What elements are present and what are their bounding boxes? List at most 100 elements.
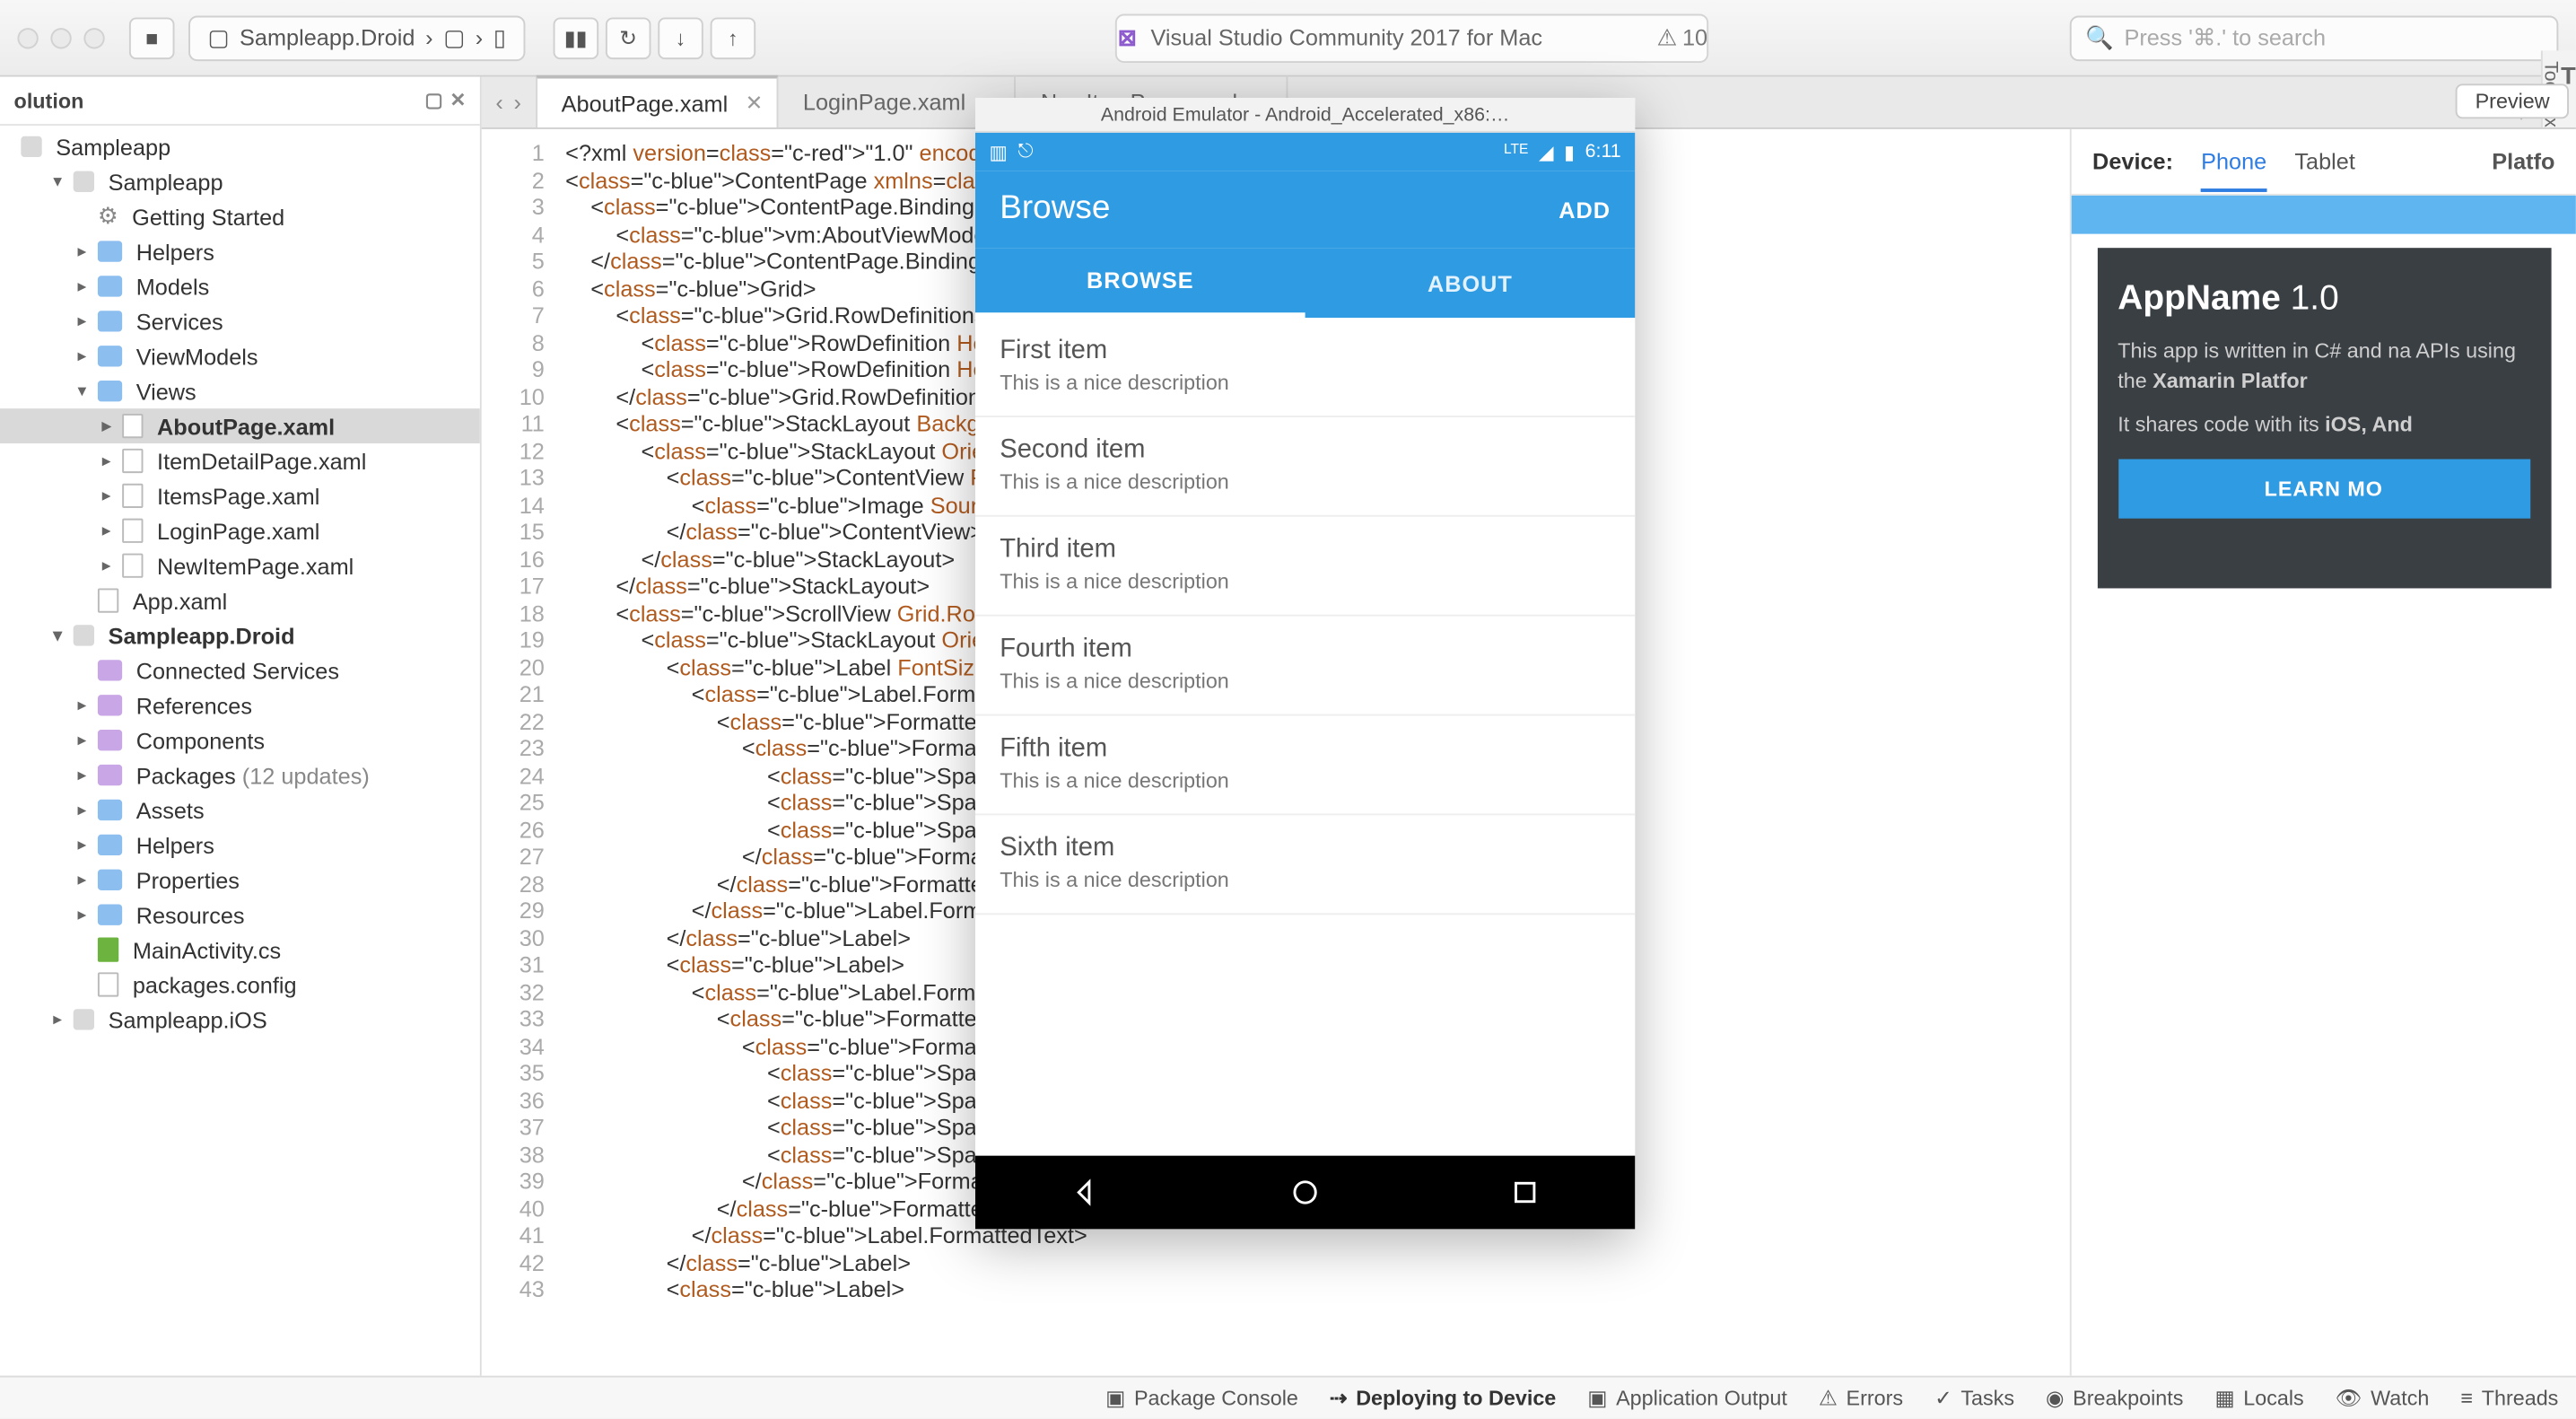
xaml-preview-pane: Preview Device: Phone Tablet Platfo AppN… [2070, 129, 2576, 1376]
nav-back-icon[interactable] [1070, 1177, 1101, 1208]
nav-home-icon[interactable] [1289, 1177, 1321, 1208]
locals-icon: ▦ [2214, 1385, 2234, 1409]
app-bar-title: Browse [1000, 190, 1110, 229]
clock-text: 6:11 [1585, 141, 1621, 163]
errors-pad[interactable]: ⚠Errors [1819, 1385, 1903, 1409]
zoom-window-dot[interactable] [83, 27, 104, 48]
target-project-icon: ▢ [207, 23, 229, 51]
android-app-bar: Browse ADD [975, 171, 1635, 249]
tasks-pad[interactable]: ✓Tasks [1934, 1385, 2014, 1409]
nav-back-icon[interactable]: ‹ [495, 89, 502, 115]
watch-pad[interactable]: 👁Watch [2336, 1385, 2430, 1409]
android-nav-bar [975, 1156, 1635, 1230]
tree-item[interactable]: App.xaml [0, 583, 480, 618]
list-item[interactable]: Second itemThis is a nice description [975, 417, 1635, 517]
solution-root[interactable]: Sampleapp [0, 129, 480, 164]
chevron-right-icon: › [425, 24, 432, 50]
signal-icon: ◢ [1539, 141, 1553, 163]
tree-item[interactable]: ▸Sampleapp.iOS [0, 1002, 480, 1037]
list-item[interactable]: Fifth itemThis is a nice description [975, 716, 1635, 816]
close-window-dot[interactable] [17, 27, 38, 48]
tree-item[interactable]: ▸References [0, 688, 480, 723]
package-console-pad[interactable]: ▣Package Console [1105, 1385, 1298, 1409]
target-project-label: Sampleapp.Droid [240, 24, 415, 50]
stop-button[interactable]: ■ [129, 16, 175, 58]
tree-item[interactable]: ⚙Getting Started [0, 199, 480, 234]
status-display: ⊠ Visual Studio Community 2017 for Mac ⚠… [1116, 13, 1709, 62]
usb-icon: ⎋ [1017, 141, 1033, 163]
check-icon: ✓ [1934, 1385, 1952, 1409]
device-selector-row: Device: Phone Tablet Platfo [2072, 129, 2576, 196]
tree-item[interactable]: ▸Packages (12 updates) [0, 758, 480, 793]
tree-item[interactable]: ▾Views [0, 373, 480, 408]
learn-more-button[interactable]: LEARN MO [2118, 460, 2529, 519]
tree-item[interactable]: ▸ItemDetailPage.xaml [0, 443, 480, 478]
tab-about[interactable]: ABOUT [1305, 248, 1636, 318]
threads-pad[interactable]: ≡Threads [2460, 1385, 2558, 1409]
tree-item[interactable]: ▸Helpers [0, 234, 480, 269]
step-into-button[interactable]: ↓ [658, 16, 703, 58]
minimize-window-dot[interactable] [50, 27, 71, 48]
window-controls [17, 27, 104, 48]
solution-header-label: olution [14, 88, 84, 112]
preview-app-title: AppName 1.0 [2118, 279, 2529, 320]
tree-item[interactable]: ▸Components [0, 723, 480, 758]
document-tab[interactable]: AboutPage.xaml✕ [536, 75, 779, 127]
solution-tree[interactable]: Sampleapp▾Sampleapp⚙Getting Started▸Help… [0, 126, 480, 1376]
tree-item[interactable]: ▸NewItemPage.xaml [0, 548, 480, 583]
deploying-pad[interactable]: ⇢Deploying to Device [1330, 1385, 1556, 1409]
step-over-button[interactable]: ↻ [606, 16, 651, 58]
tree-item[interactable]: Connected Services [0, 653, 480, 688]
device-phone-tab[interactable]: Phone [2201, 148, 2266, 192]
breakpoints-pad[interactable]: ◉Breakpoints [2046, 1385, 2183, 1409]
preview-toggle-button[interactable]: Preview [2456, 83, 2569, 118]
run-target-selector[interactable]: ▢ Sampleapp.Droid › ▢ › ▯ [188, 15, 525, 61]
nav-forward-icon[interactable]: › [513, 89, 520, 115]
locals-pad[interactable]: ▦Locals [2214, 1385, 2303, 1409]
watch-icon: 👁 [2336, 1385, 2362, 1409]
global-search[interactable]: 🔍 Press '⌘.' to search [2070, 15, 2559, 61]
battery-icon: ▮ [1564, 141, 1575, 163]
output-icon: ▣ [1587, 1385, 1607, 1409]
warnings-badge[interactable]: ⚠ 10 [1656, 23, 1707, 51]
tab-browse[interactable]: BROWSE [975, 248, 1305, 318]
tree-item[interactable]: ▸Assets [0, 793, 480, 828]
pane-close-icon[interactable]: ✕ [450, 89, 466, 111]
main-toolbar: ■ ▢ Sampleapp.Droid › ▢ › ▯ ▮▮ ↻ ↓ ↑ ⊠ V… [0, 0, 2576, 77]
device-tablet-tab[interactable]: Tablet [2294, 148, 2354, 174]
tree-item[interactable]: ▾Sampleapp.Droid [0, 618, 480, 653]
bottom-status-bar: ▣Package Console ⇢Deploying to Device ▣A… [0, 1376, 2576, 1418]
nav-recents-icon[interactable] [1509, 1177, 1541, 1208]
tree-item[interactable]: ▸LoginPage.xaml [0, 513, 480, 548]
list-item[interactable]: First itemThis is a nice description [975, 318, 1635, 417]
tree-item[interactable]: ▸Models [0, 269, 480, 304]
pause-button[interactable]: ▮▮ [553, 16, 598, 58]
tree-item[interactable]: ▾Sampleapp [0, 164, 480, 199]
android-list[interactable]: First itemThis is a nice descriptionSeco… [975, 318, 1635, 1156]
deploy-icon: ⇢ [1330, 1385, 1348, 1409]
tree-item[interactable]: ▸Services [0, 303, 480, 338]
tree-item[interactable]: MainActivity.cs [0, 933, 480, 968]
list-item[interactable]: Fourth itemThis is a nice description [975, 617, 1635, 716]
list-item[interactable]: Sixth itemThis is a nice description [975, 815, 1635, 915]
tree-item[interactable]: packages.config [0, 968, 480, 1003]
tree-item[interactable]: ▸Resources [0, 898, 480, 933]
pane-options-icon[interactable]: ▢ [424, 89, 442, 111]
tree-item[interactable]: ▸ViewModels [0, 338, 480, 373]
tree-item[interactable]: ▸ItemsPage.xaml [0, 478, 480, 513]
emulator-titlebar[interactable]: Android Emulator - Android_Accelerated_x… [975, 98, 1635, 133]
step-out-button[interactable]: ↑ [710, 16, 755, 58]
phone-preview-surface: AppName 1.0 This app is written in C# an… [2097, 248, 2551, 589]
tree-item[interactable]: ▸Properties [0, 863, 480, 898]
app-output-pad[interactable]: ▣Application Output [1587, 1385, 1787, 1409]
platform-label[interactable]: Platfo [2492, 148, 2554, 174]
tree-item[interactable]: ▸Helpers [0, 828, 480, 863]
add-button[interactable]: ADD [1559, 197, 1611, 223]
close-tab-icon[interactable]: ✕ [746, 91, 764, 115]
warning-icon: ⚠ [1656, 23, 1677, 51]
solution-explorer: olution ▢ ✕ Sampleapp▾Sampleapp⚙Getting S… [0, 77, 482, 1376]
list-item[interactable]: Third itemThis is a nice description [975, 517, 1635, 617]
target-config-icon: ▢ [443, 23, 465, 51]
lte-label: LTE [1504, 141, 1528, 163]
tree-item[interactable]: ▸AboutPage.xaml [0, 408, 480, 443]
